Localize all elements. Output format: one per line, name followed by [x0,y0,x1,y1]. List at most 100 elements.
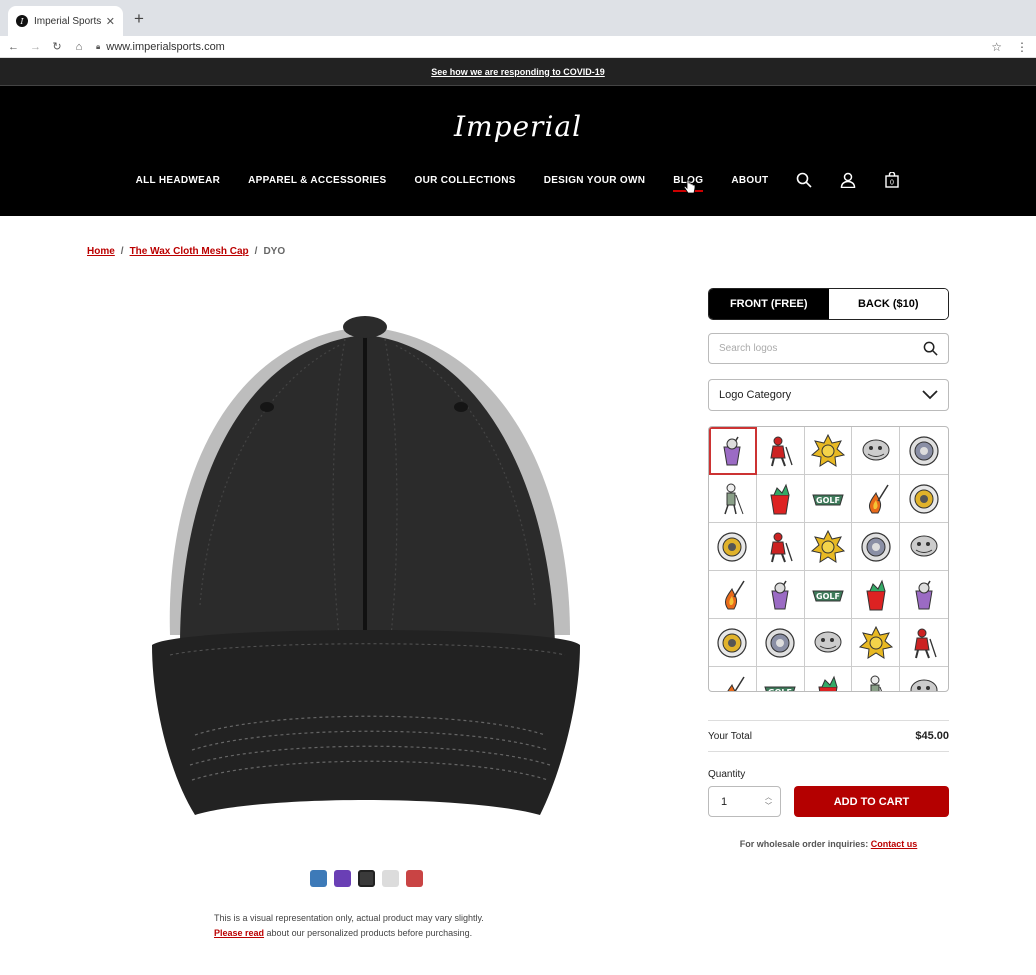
logo-option[interactable] [804,523,853,571]
quantity-value: 1 [721,795,728,808]
logo-option[interactable] [900,571,948,619]
logo-option[interactable] [900,427,948,475]
add-to-cart-button[interactable]: ADD TO CART [794,786,949,817]
cart-icon[interactable]: 0 [884,172,900,188]
flame-club-icon [868,484,889,513]
svg-text:GOLF: GOLF [816,592,840,601]
logo-option[interactable]: GOLF [804,475,853,523]
nav-apparel-accessories[interactable]: APPAREL & ACCESSORIES [248,175,386,186]
contact-us-link[interactable]: Contact us [871,839,918,849]
logo-option[interactable] [804,427,853,475]
please-read-link[interactable]: Please read [214,928,264,938]
logo-search [708,333,949,364]
tab-title: Imperial Sports [34,15,102,27]
logo-option[interactable] [900,523,948,571]
logo-option[interactable] [756,523,805,571]
back-icon[interactable]: ← [8,41,19,53]
flame-club-icon [725,580,746,609]
logo-option[interactable] [900,475,948,523]
swatch-red[interactable] [406,870,423,887]
front-side-tab[interactable]: FRONT (FREE) [709,289,829,319]
search-icon[interactable] [796,172,812,188]
total-value: $45.00 [915,730,949,742]
logo-option[interactable] [852,523,901,571]
logo-option[interactable] [852,427,901,475]
logo-option[interactable] [805,667,853,691]
forward-icon[interactable]: → [30,41,41,53]
gray-creature-icon [910,535,938,556]
logo-option[interactable] [852,475,901,523]
svg-text:0: 0 [890,180,894,187]
logo-option[interactable] [852,667,901,691]
disclaimer-line: This is a visual representation only, ac… [214,913,484,923]
logo-search-input[interactable] [719,343,923,354]
address-bar[interactable]: 🔒︎ www.imperialsports.com [96,41,991,53]
browser-tab[interactable]: I Imperial Sports ✕ [8,6,123,36]
skeleton-golfer-icon [724,483,744,514]
logo-option[interactable] [709,523,757,571]
gray-seal-icon [765,627,795,658]
browser-menu-icon[interactable]: ⋮ [1016,40,1028,54]
stepper-down-icon[interactable]: ﹀ [765,802,772,811]
breadcrumb-separator: / [254,246,258,257]
new-tab-icon[interactable]: + [134,9,144,29]
gray-creature-icon [862,439,890,460]
logo-grid: GOLF GOLF GOLF [709,427,948,691]
nav-all-headwear[interactable]: ALL HEADWEAR [136,175,221,186]
logo-option[interactable] [709,475,757,523]
gray-seal-icon [861,531,891,562]
logo-option[interactable] [756,427,805,475]
total-label: Your Total [708,730,752,742]
swatch-black[interactable] [358,870,375,887]
back-side-tab[interactable]: BACK ($10) [828,289,948,319]
logo-option[interactable] [709,571,757,619]
reload-icon[interactable]: ↻ [52,40,62,53]
breadcrumb-product[interactable]: The Wax Cloth Mesh Cap [130,246,249,257]
logo-grid-scroll[interactable]: GOLF GOLF GOLF [708,426,949,692]
swatch-purple[interactable] [334,870,351,887]
logo-option[interactable]: GOLF [804,571,853,619]
swatch-light-gray[interactable] [382,870,399,887]
logo-option[interactable] [709,667,757,691]
site-logo[interactable]: Imperial [0,110,1036,143]
account-icon[interactable] [840,172,856,188]
quantity-row: 1 ︿ ﹀ ADD TO CART [708,786,949,817]
search-icon[interactable] [923,341,938,356]
logo-option[interactable] [756,619,805,667]
breadcrumb-current: DYO [263,246,286,257]
logo-option[interactable] [900,667,948,691]
close-tab-icon[interactable]: ✕ [106,15,115,28]
skeleton-golfer-icon [870,675,882,691]
logo-option[interactable] [852,571,901,619]
quantity-stepper[interactable]: 1 ︿ ﹀ [708,786,781,817]
nav-design-your-own[interactable]: DESIGN YOUR OWN [544,175,646,186]
golf-wordmark-icon: GOLF [812,494,844,505]
lock-icon: 🔒︎ [96,41,101,51]
logo-option[interactable] [900,619,948,667]
nav-about[interactable]: ABOUT [731,175,768,186]
nav-our-collections[interactable]: OUR COLLECTIONS [415,175,516,186]
site-header: Imperial ALL HEADWEAR APPAREL & ACCESSOR… [0,86,1036,216]
red-cup-icon [770,483,790,514]
logo-option[interactable] [709,619,757,667]
home-icon[interactable]: ⌂ [74,41,84,53]
yellow-seal-icon [717,627,747,658]
nav-blog[interactable]: BLOG [673,175,704,193]
logo-category-select[interactable]: Logo Category [708,379,949,411]
disclaimer-line-2: about our personalized products before p… [264,928,473,938]
logo-option[interactable] [756,475,805,523]
breadcrumb-home[interactable]: Home [87,246,115,257]
logo-option[interactable]: GOLF [757,667,805,691]
red-golfer-icon [770,532,793,562]
covid-link[interactable]: See how we are responding to COVID-19 [431,67,605,77]
logo-option[interactable] [756,571,805,619]
stepper-arrows: ︿ ﹀ [765,793,772,811]
golf-wordmark-icon: GOLF [812,590,844,601]
gray-creature-icon [910,679,938,691]
logo-option[interactable] [709,427,757,475]
bookmark-star-icon[interactable]: ☆ [991,40,1002,54]
logo-option[interactable] [852,619,901,667]
stepper-up-icon[interactable]: ︿ [765,793,772,802]
logo-option[interactable] [804,619,853,667]
swatch-blue[interactable] [310,870,327,887]
